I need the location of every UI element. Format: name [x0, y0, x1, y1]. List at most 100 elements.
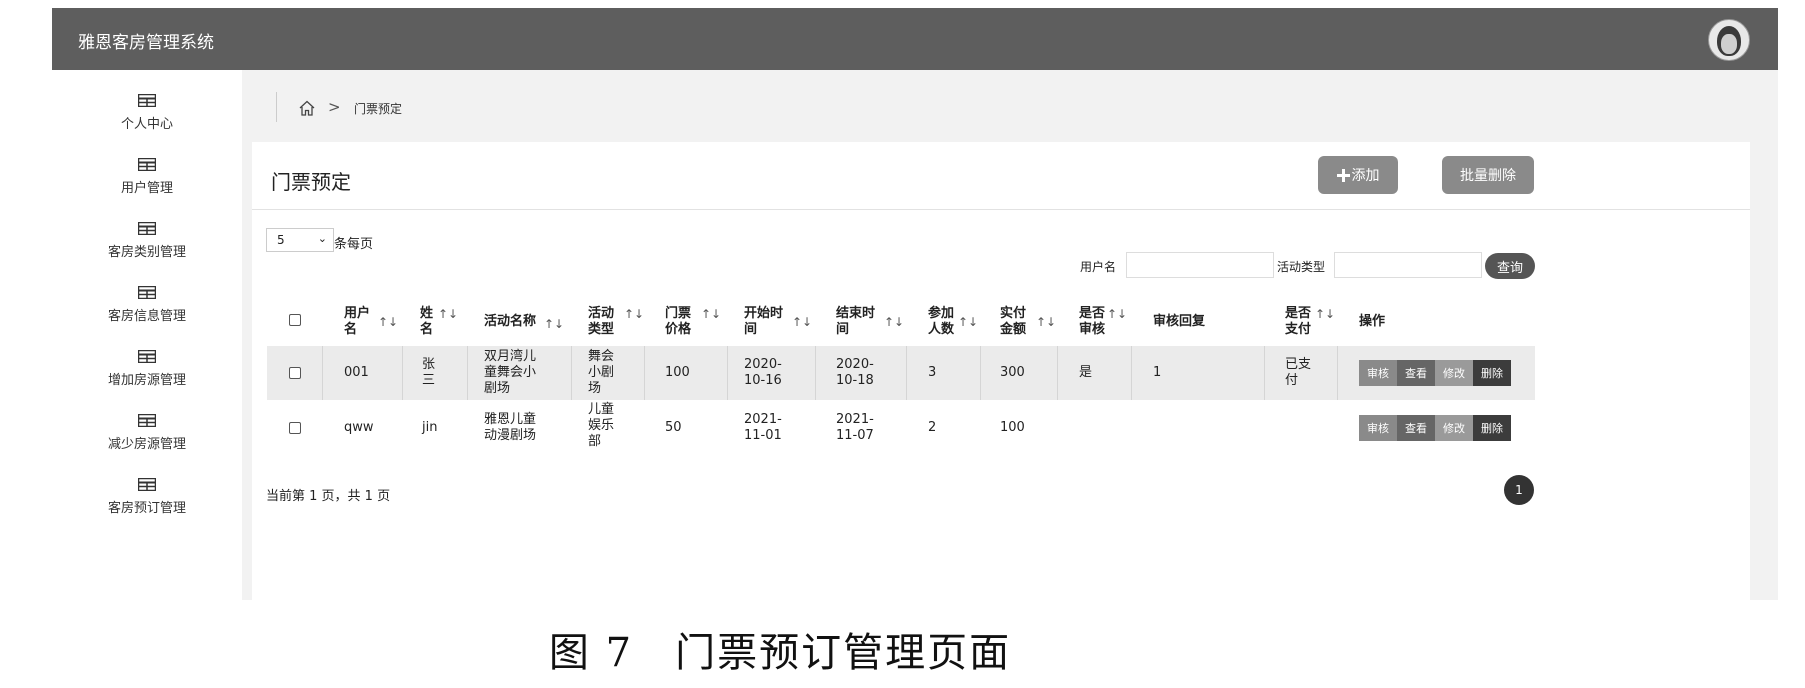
username-input[interactable]: [1126, 252, 1274, 278]
table-row[interactable]: 001 张 三 双月湾儿 童舞会小 剧场 舞会 小剧 场 100 2020- 1…: [267, 346, 1535, 400]
sidebar-item-label: 个人中心: [120, 117, 173, 132]
page-size-select[interactable]: 5 ⌄: [266, 228, 334, 252]
cell-divider: [1131, 346, 1132, 400]
edit-button[interactable]: 修改: [1435, 415, 1473, 441]
breadcrumb-current: 门票预定: [354, 102, 403, 116]
cell-divider: [467, 346, 468, 400]
view-button[interactable]: 查看: [1397, 360, 1435, 386]
sort-icon: ↑↓: [958, 315, 979, 329]
sort-icon: ↑↓: [792, 315, 813, 329]
cell-participants: 3: [928, 365, 937, 380]
column-header[interactable]: 用户 名 ↑↓: [344, 306, 398, 338]
add-button-label: 添加: [1351, 168, 1380, 184]
cell-activity-name: 双月湾儿 童舞会小 剧场: [484, 349, 537, 396]
grid-icon: [138, 158, 156, 171]
sort-icon: ↑↓: [624, 307, 645, 321]
activity-type-label: 活动类型: [1277, 260, 1326, 274]
cell-end-time: 2020- 10-18: [836, 357, 874, 388]
cell-username: qww: [344, 420, 374, 435]
row-checkbox[interactable]: [289, 367, 301, 379]
sidebar-item-label: 用户管理: [120, 181, 173, 196]
cell-username: 001: [344, 365, 369, 380]
app-frame: 雅恩客房管理系统 个人中心 用户管理 客房类别管理 客房信息管理 增加房源管理: [52, 8, 1778, 600]
review-button[interactable]: 审核: [1359, 415, 1397, 441]
grid-icon: [138, 350, 156, 363]
sidebar-item-label: 客房信息管理: [107, 309, 186, 324]
cell-divider: [906, 346, 907, 400]
cell-start-time: 2021- 11-01: [744, 412, 782, 443]
delete-button[interactable]: 删除: [1473, 415, 1511, 441]
grid-icon: [138, 414, 156, 427]
column-header[interactable]: 实付 金额 ↑↓: [1000, 306, 1056, 338]
add-button[interactable]: 添加: [1318, 156, 1398, 194]
cell-activity-type: 儿童 娱乐 部: [588, 402, 615, 449]
avatar-face: [1721, 34, 1737, 54]
cell-divider: [402, 346, 403, 400]
top-bar: 雅恩客房管理系统: [52, 8, 1778, 70]
breadcrumb-separator: >: [328, 98, 341, 116]
cell-participants: 2: [928, 420, 937, 435]
cell-review-reply: 1: [1153, 365, 1162, 380]
cell-name: 张 三: [422, 357, 436, 388]
column-header[interactable]: 结束时 间 ↑↓: [836, 306, 904, 338]
grid-icon: [138, 94, 156, 107]
sort-icon: ↑↓: [438, 307, 459, 321]
sidebar-item-reduce-rooms[interactable]: 减少房源管理: [52, 390, 242, 460]
edit-button[interactable]: 修改: [1435, 360, 1473, 386]
batch-delete-button[interactable]: 批量删除: [1442, 156, 1534, 194]
cell-paid-amount: 100: [1000, 420, 1025, 435]
sidebar-item-add-rooms[interactable]: 增加房源管理: [52, 326, 242, 396]
delete-button[interactable]: 删除: [1473, 360, 1511, 386]
column-header[interactable]: 活动名称 ↑↓: [484, 314, 564, 331]
cell-end-time: 2021- 11-07: [836, 412, 874, 443]
sidebar-item-label: 减少房源管理: [107, 437, 186, 452]
per-page-label: 条每页: [334, 237, 374, 252]
sidebar-item-room-booking[interactable]: 客房预订管理: [52, 454, 242, 524]
column-header: 审核回复: [1153, 314, 1206, 329]
username-label: 用户名: [1080, 260, 1117, 274]
panel-divider: [252, 209, 1750, 210]
breadcrumb-divider: [276, 92, 277, 122]
view-button[interactable]: 查看: [1397, 415, 1435, 441]
home-icon[interactable]: [298, 99, 316, 117]
review-button[interactable]: 审核: [1359, 360, 1397, 386]
column-header[interactable]: 姓 名 ↑↓: [420, 306, 458, 338]
chevron-down-icon: ⌄: [317, 232, 327, 245]
breadcrumb: > 门票预定: [262, 78, 1767, 134]
activity-type-input[interactable]: [1334, 252, 1482, 278]
sort-icon: ↑↓: [884, 315, 905, 329]
query-button[interactable]: 查询: [1485, 253, 1535, 279]
sidebar-item-label: 增加房源管理: [107, 373, 186, 388]
table-row[interactable]: qww jin 雅恩儿童 动漫剧场 儿童 娱乐 部 50 2021- 11-01…: [267, 400, 1535, 456]
column-header[interactable]: 参加 人数 ↑↓: [928, 306, 978, 338]
column-header[interactable]: 活动 类型 ↑↓: [588, 306, 644, 338]
cell-divider: [1264, 346, 1265, 400]
cell-divider: [1337, 346, 1338, 400]
column-header[interactable]: 是否 审核 ↑↓: [1079, 306, 1127, 338]
cell-divider: [644, 346, 645, 400]
pagination-info: 当前第 1 页，共 1 页: [266, 489, 391, 504]
sidebar-item-room-category[interactable]: 客房类别管理: [52, 198, 242, 268]
page-size-value: 5: [277, 233, 285, 247]
row-checkbox[interactable]: [289, 422, 301, 434]
user-avatar[interactable]: [1708, 19, 1750, 61]
grid-icon: [138, 286, 156, 299]
page-number-button[interactable]: 1: [1504, 475, 1534, 505]
sort-icon: ↑↓: [378, 315, 399, 329]
sidebar: 个人中心 用户管理 客房类别管理 客房信息管理 增加房源管理 减少房源管理 客房…: [52, 70, 242, 600]
sidebar-item-room-info[interactable]: 客房信息管理: [52, 262, 242, 332]
sidebar-item-user-management[interactable]: 用户管理: [52, 134, 242, 204]
cell-activity-type: 舞会 小剧 场: [588, 349, 615, 396]
cell-divider: [322, 346, 323, 400]
column-header[interactable]: 是否 支付 ↑↓: [1285, 306, 1335, 338]
sort-icon: ↑↓: [1107, 307, 1128, 321]
sort-icon: ↑↓: [701, 307, 722, 321]
select-all-checkbox[interactable]: [289, 314, 301, 326]
page-title: 门票预定: [271, 170, 351, 194]
cell-paid: 已支 付: [1285, 357, 1312, 388]
sidebar-item-personal-center[interactable]: 个人中心: [52, 70, 242, 140]
column-header[interactable]: 门票 价格 ↑↓: [665, 306, 721, 338]
cell-activity-name: 雅恩儿童 动漫剧场: [484, 412, 537, 443]
cell-divider: [815, 346, 816, 400]
column-header[interactable]: 开始时 间 ↑↓: [744, 306, 812, 338]
